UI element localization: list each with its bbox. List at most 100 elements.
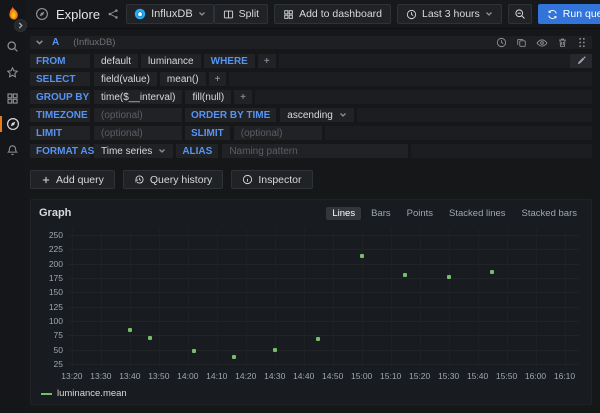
run-query-button[interactable]: Run query — [538, 4, 600, 24]
graph-mode-toggle: Lines Bars Points Stacked lines Stacked bars — [326, 207, 583, 220]
order-by-time-select[interactable]: ascending — [280, 108, 354, 122]
fill-segment[interactable]: fill(null) — [185, 90, 231, 104]
v-gridline — [101, 229, 102, 367]
data-point[interactable] — [447, 275, 451, 279]
v-gridline — [536, 229, 537, 367]
zoom-out-time-button[interactable] — [508, 4, 532, 24]
x-tick-label: 14:50 — [322, 371, 343, 381]
query-row-from: FROM default luminance WHERE + — [30, 54, 592, 68]
query-actions: Add query Query history Inspector — [30, 170, 592, 189]
limit-label: LIMIT — [30, 126, 90, 140]
sidebar-item-alerting[interactable] — [0, 140, 25, 160]
aggregation-segment[interactable]: mean() — [160, 72, 206, 86]
field-segment[interactable]: field(value) — [94, 72, 157, 86]
slimit-input[interactable] — [234, 126, 322, 140]
data-point[interactable] — [403, 273, 407, 277]
query-ref-id: A — [52, 37, 59, 48]
page-title: Explore — [56, 7, 100, 22]
sidebar-item-explore[interactable] — [0, 114, 25, 134]
mode-stacked-bars[interactable]: Stacked bars — [516, 207, 583, 220]
data-point[interactable] — [128, 328, 132, 332]
legend-series-marker — [41, 393, 52, 395]
chart-area: 25507510012515017520022525013:2013:3013:… — [69, 229, 579, 367]
row-filler — [411, 144, 592, 158]
query-row-timezone: TIMEZONE ORDER BY TIME ascending — [30, 108, 592, 122]
query-row-limit: LIMIT SLIMIT — [30, 126, 592, 140]
add-select-part-button[interactable]: + — [209, 72, 227, 86]
add-condition-button[interactable]: + — [258, 54, 276, 68]
v-gridline — [188, 229, 189, 367]
sync-icon — [547, 9, 558, 20]
info-circle-icon — [242, 174, 253, 185]
x-tick-label: 14:20 — [235, 371, 256, 381]
datasource-picker[interactable]: InfluxDB — [126, 4, 214, 24]
legend-series-name[interactable]: luminance.mean — [57, 388, 127, 399]
pencil-icon — [576, 56, 586, 66]
data-point[interactable] — [192, 349, 196, 353]
slimit-label: SLIMIT — [185, 126, 230, 140]
row-filler — [229, 72, 592, 86]
mode-points[interactable]: Points — [401, 207, 439, 220]
x-tick-label: 13:20 — [61, 371, 82, 381]
disable-query-icon[interactable] — [536, 37, 548, 49]
y-tick-label: 75 — [54, 330, 63, 340]
sidebar-item-starred[interactable] — [0, 62, 25, 82]
x-tick-label: 15:00 — [351, 371, 372, 381]
time-range-picker[interactable]: Last 3 hours — [397, 4, 502, 24]
v-gridline — [449, 229, 450, 367]
alias-input[interactable] — [222, 144, 408, 158]
duplicate-query-icon[interactable] — [516, 37, 527, 48]
y-tick-label: 125 — [49, 302, 63, 312]
h-gridline — [69, 307, 579, 308]
mode-lines[interactable]: Lines — [326, 207, 361, 220]
sidebar-item-search[interactable] — [0, 36, 25, 56]
edit-raw-query-button[interactable] — [570, 54, 592, 68]
data-point[interactable] — [232, 355, 236, 359]
data-point[interactable] — [360, 254, 364, 258]
collapse-query-icon[interactable] — [35, 38, 44, 47]
share-icon[interactable] — [107, 8, 119, 20]
sidebar-expand-button[interactable] — [14, 19, 27, 32]
dashboards-icon — [6, 92, 19, 105]
measurement-segment[interactable]: luminance — [141, 54, 201, 68]
from-label: FROM — [30, 54, 90, 68]
x-tick-label: 16:00 — [525, 371, 546, 381]
data-point[interactable] — [148, 336, 152, 340]
v-gridline — [275, 229, 276, 367]
graph-panel-header: Graph LinesBarsPointsStacked linesStacke… — [39, 205, 583, 221]
x-tick-label: 15:30 — [438, 371, 459, 381]
v-gridline — [420, 229, 421, 367]
query-history-button[interactable]: Query history — [123, 170, 223, 189]
x-tick-label: 16:10 — [554, 371, 575, 381]
limit-input[interactable] — [94, 126, 182, 140]
add-group-by-button[interactable]: + — [234, 90, 252, 104]
drag-handle-icon[interactable] — [577, 37, 587, 48]
remove-query-icon[interactable] — [557, 37, 568, 48]
mode-bars[interactable]: Bars — [365, 207, 397, 220]
query-history-icon[interactable] — [496, 37, 507, 48]
query-row-group-by: GROUP BY time($__interval) fill(null) + — [30, 90, 592, 104]
plus-icon — [41, 175, 51, 185]
data-point[interactable] — [316, 337, 320, 341]
add-query-button[interactable]: Add query — [30, 170, 115, 189]
plot-area[interactable]: 25507510012515017520022525013:2013:3013:… — [69, 229, 579, 367]
timezone-input[interactable] — [94, 108, 182, 122]
sidebar-item-dashboards[interactable] — [0, 88, 25, 108]
data-point[interactable] — [273, 348, 277, 352]
data-point[interactable] — [490, 270, 494, 274]
retention-policy-segment[interactable]: default — [94, 54, 138, 68]
split-button[interactable]: Split — [214, 4, 268, 24]
group-by-time-segment[interactable]: time($__interval) — [94, 90, 182, 104]
x-tick-label: 13:40 — [119, 371, 140, 381]
where-keyword-segment[interactable]: WHERE — [204, 54, 255, 68]
x-tick-label: 15:40 — [467, 371, 488, 381]
explore-content: A (InfluxDB) FROM default luminance WHER… — [25, 30, 600, 413]
clock-icon — [406, 9, 417, 20]
format-as-label: FORMAT AS — [30, 144, 90, 158]
format-as-select[interactable]: Time series — [94, 144, 173, 158]
inspector-button[interactable]: Inspector — [231, 170, 312, 189]
add-to-dashboard-button[interactable]: Add to dashboard — [274, 4, 391, 24]
y-tick-label: 25 — [54, 359, 63, 369]
group-by-label: GROUP BY — [30, 90, 90, 104]
mode-stacked-lines[interactable]: Stacked lines — [443, 207, 512, 220]
